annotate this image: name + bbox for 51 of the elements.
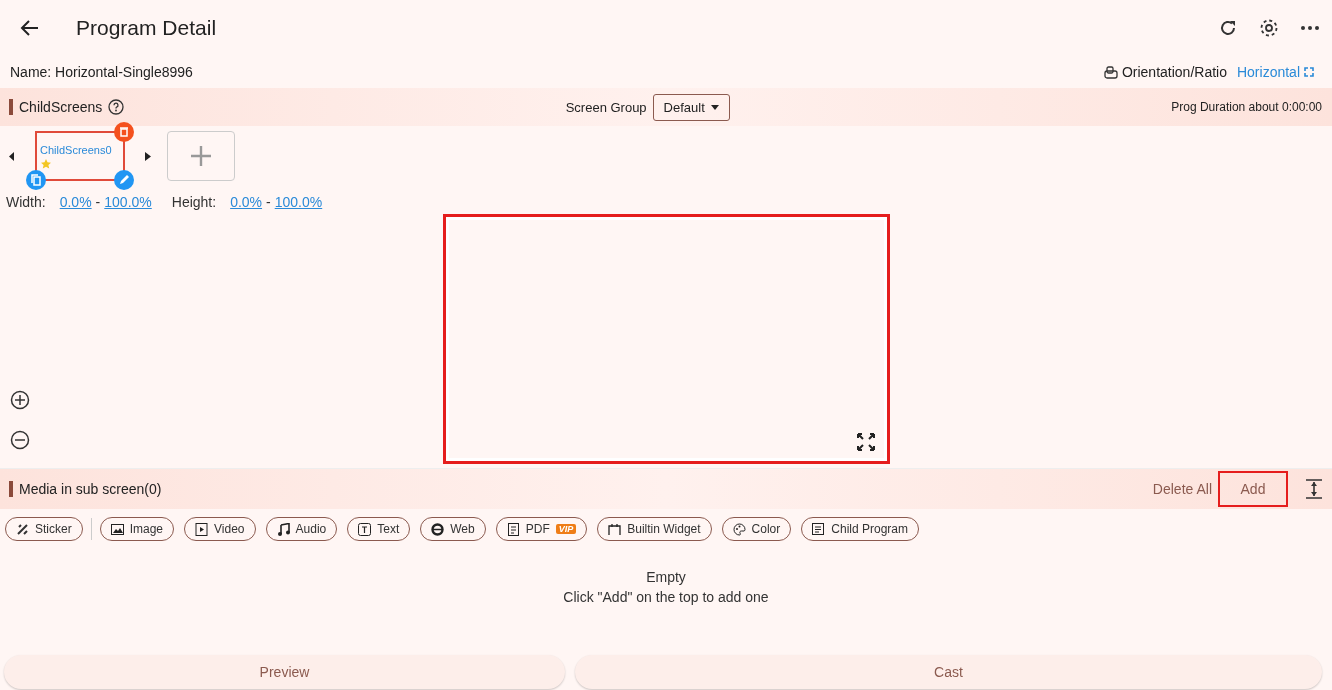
empty-hint: Click "Add" on the top to add one — [563, 589, 769, 605]
palette-icon — [732, 522, 746, 536]
list-document-icon — [812, 522, 826, 536]
orientation-value[interactable]: Horizontal — [1236, 64, 1300, 80]
width-start-link[interactable]: 0.0% — [59, 194, 92, 210]
plus-icon — [190, 145, 212, 167]
program-name: Name: Horizontal-Single8996 — [10, 64, 193, 80]
screen-group-label: Screen Group — [565, 99, 647, 115]
child-screen-thumbnail[interactable]: ChildScreens0 — [26, 122, 134, 190]
zoom-in-icon[interactable] — [10, 390, 30, 410]
screen-canvas[interactable] — [443, 214, 890, 464]
add-button[interactable]: Add — [1218, 471, 1288, 507]
fullscreen-icon[interactable] — [857, 433, 875, 451]
caret-down-icon — [710, 104, 719, 110]
width-end-link[interactable]: 100.0% — [104, 194, 152, 210]
add-child-screen-button[interactable] — [167, 131, 235, 181]
height-label: Height: — [171, 194, 217, 210]
height-start-link[interactable]: 0.0% — [230, 194, 263, 210]
help-icon[interactable] — [108, 99, 125, 115]
range-separator: - — [266, 194, 271, 210]
text-icon — [358, 522, 372, 536]
expand-vertical-icon[interactable] — [1306, 479, 1322, 499]
section-title: ChildScreens — [19, 99, 103, 115]
image-icon — [110, 522, 124, 536]
music-note-icon — [276, 522, 290, 536]
range-separator: - — [95, 194, 101, 210]
caret-left-icon[interactable] — [9, 151, 15, 161]
orientation-label: Orientation/Ratio — [1121, 64, 1227, 80]
height-end-link[interactable]: 100.0% — [274, 194, 323, 210]
caret-right-icon[interactable] — [145, 151, 151, 161]
width-label: Width: — [6, 194, 46, 210]
vip-badge: VIP — [555, 524, 577, 534]
page-title: Program Detail — [76, 16, 217, 40]
screen-group-dropdown[interactable]: Default — [652, 93, 730, 121]
orientation-icon — [1103, 65, 1118, 79]
preview-button[interactable]: Preview — [4, 655, 565, 689]
section-title: Media in sub screen(0) — [19, 481, 162, 497]
child-screen-label: ChildScreens0 — [40, 144, 112, 156]
cast-button[interactable]: Cast — [575, 655, 1322, 689]
document-icon — [506, 522, 520, 536]
expand-icon[interactable] — [1304, 67, 1314, 77]
widget-icon — [608, 522, 622, 536]
more-icon[interactable] — [1298, 23, 1322, 33]
delete-all-button[interactable]: Delete All — [1152, 473, 1212, 505]
video-icon — [195, 522, 209, 536]
empty-title: Empty — [646, 569, 686, 585]
copy-icon[interactable] — [26, 170, 46, 190]
duration-text: Prog Duration about 0:00:00 — [1171, 100, 1322, 114]
delete-icon[interactable] — [114, 122, 134, 142]
edit-icon[interactable] — [114, 170, 134, 190]
zoom-out-icon[interactable] — [10, 430, 30, 450]
